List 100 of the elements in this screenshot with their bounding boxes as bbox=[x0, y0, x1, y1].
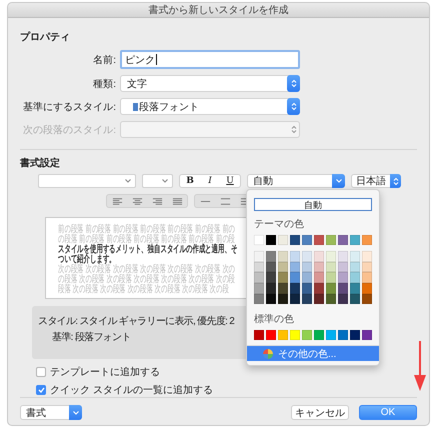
color-swatch[interactable] bbox=[350, 235, 360, 245]
color-swatch[interactable] bbox=[350, 262, 360, 272]
color-swatch[interactable] bbox=[314, 262, 324, 272]
color-swatch[interactable] bbox=[278, 272, 288, 284]
color-swatch[interactable] bbox=[362, 272, 372, 284]
size-combo[interactable] bbox=[142, 174, 173, 188]
color-swatch[interactable] bbox=[290, 235, 300, 245]
color-swatch[interactable] bbox=[302, 283, 312, 294]
checkbox[interactable] bbox=[36, 367, 46, 377]
color-swatch[interactable] bbox=[254, 235, 264, 245]
color-swatch[interactable] bbox=[278, 251, 288, 262]
color-swatch[interactable] bbox=[278, 283, 288, 294]
color-swatch[interactable] bbox=[362, 235, 372, 245]
color-swatch[interactable] bbox=[254, 251, 264, 262]
color-swatch[interactable] bbox=[314, 330, 324, 340]
color-swatch[interactable] bbox=[362, 330, 372, 340]
color-swatch[interactable] bbox=[254, 294, 264, 304]
more-colors-item[interactable]: その他の色... bbox=[247, 345, 379, 362]
color-swatch[interactable] bbox=[278, 262, 288, 272]
color-swatch[interactable] bbox=[314, 294, 324, 304]
color-swatch[interactable] bbox=[254, 262, 264, 272]
color-swatch[interactable] bbox=[290, 251, 300, 262]
color-swatch[interactable] bbox=[278, 330, 288, 340]
font-combo[interactable] bbox=[38, 174, 136, 188]
preview-text: スタイルを使用するメリット、独自スタイルの作成と適用、そ bbox=[58, 245, 238, 255]
color-swatch[interactable] bbox=[350, 251, 360, 262]
name-field[interactable]: ピンク bbox=[120, 50, 300, 69]
color-swatch[interactable] bbox=[326, 330, 336, 340]
color-swatch[interactable] bbox=[326, 262, 336, 272]
color-swatch[interactable] bbox=[266, 294, 276, 304]
color-swatch[interactable] bbox=[290, 294, 300, 304]
checkbox[interactable] bbox=[36, 385, 46, 395]
color-swatch[interactable] bbox=[278, 294, 288, 304]
color-swatch[interactable] bbox=[350, 272, 360, 284]
color-swatch[interactable] bbox=[326, 283, 336, 294]
color-swatch[interactable] bbox=[350, 330, 360, 340]
color-swatch[interactable] bbox=[326, 272, 336, 284]
color-swatch[interactable] bbox=[302, 272, 312, 284]
color-swatch[interactable] bbox=[362, 294, 372, 304]
color-swatch[interactable] bbox=[302, 294, 312, 304]
preview-text: の段落 次の段落 次の段落 次の段落 次の段落 次の段落 次の段 bbox=[58, 275, 236, 285]
color-swatch[interactable] bbox=[314, 272, 324, 284]
color-swatch[interactable] bbox=[278, 235, 288, 245]
color-swatch[interactable] bbox=[338, 262, 348, 272]
color-swatch[interactable] bbox=[254, 330, 264, 340]
color-swatch[interactable] bbox=[338, 294, 348, 304]
select-field[interactable]: 段落フォント bbox=[120, 98, 300, 115]
color-swatch[interactable] bbox=[290, 272, 300, 284]
color-swatch[interactable] bbox=[350, 283, 360, 294]
color-swatch[interactable] bbox=[362, 251, 372, 262]
color-swatch[interactable] bbox=[266, 272, 276, 284]
color-swatch[interactable] bbox=[290, 330, 300, 340]
color-swatch[interactable] bbox=[266, 283, 276, 294]
color-swatch[interactable] bbox=[266, 330, 276, 340]
color-swatch[interactable] bbox=[326, 235, 336, 245]
font-style-button[interactable]: U bbox=[220, 175, 240, 187]
align-icon bbox=[112, 198, 122, 204]
color-swatch[interactable] bbox=[254, 272, 264, 284]
color-swatch[interactable] bbox=[302, 251, 312, 262]
paragraph-style-icon bbox=[133, 102, 138, 110]
field-label: 次の段落のスタイル: bbox=[22, 124, 116, 136]
cancel-button[interactable]: キャンセル bbox=[291, 405, 349, 420]
preview-text: 段落 次の段落 次の段落 次の段落 次の段落 次の段落 次の段 bbox=[58, 285, 229, 295]
color-swatch[interactable] bbox=[338, 272, 348, 284]
font-style-button[interactable]: I bbox=[200, 175, 220, 187]
color-swatch[interactable] bbox=[254, 283, 264, 294]
automatic-color-button[interactable]: 自動 bbox=[254, 198, 372, 211]
color-swatch[interactable] bbox=[362, 262, 372, 272]
color-swatch[interactable] bbox=[302, 330, 312, 340]
stepper-icon bbox=[290, 79, 296, 88]
color-swatch[interactable] bbox=[338, 251, 348, 262]
color-swatch[interactable] bbox=[338, 235, 348, 245]
preview-text: ついて紹介します。 bbox=[58, 255, 116, 265]
color-swatch[interactable] bbox=[314, 235, 324, 245]
font-color-dropdown[interactable]: 自動 bbox=[247, 174, 345, 188]
align-icon bbox=[152, 198, 162, 204]
color-swatch[interactable] bbox=[302, 262, 312, 272]
chevron-icon bbox=[336, 179, 342, 183]
color-swatch[interactable] bbox=[290, 262, 300, 272]
language-dropdown[interactable]: 日本語 bbox=[351, 174, 401, 188]
color-swatch[interactable] bbox=[338, 283, 348, 294]
color-swatch[interactable] bbox=[302, 235, 312, 245]
color-swatch[interactable] bbox=[326, 251, 336, 262]
format-menu-button[interactable]: 書式 bbox=[20, 405, 82, 420]
color-swatch[interactable] bbox=[266, 251, 276, 262]
color-swatch[interactable] bbox=[290, 283, 300, 294]
align-icon bbox=[132, 198, 142, 204]
color-swatch[interactable] bbox=[314, 251, 324, 262]
color-swatch[interactable] bbox=[326, 294, 336, 304]
chevron-icon bbox=[125, 179, 131, 183]
font-style-button[interactable]: B bbox=[180, 175, 200, 187]
color-swatch[interactable] bbox=[338, 330, 348, 340]
color-swatch[interactable] bbox=[314, 283, 324, 294]
color-swatch[interactable] bbox=[350, 294, 360, 304]
field-label: 基準にするスタイル: bbox=[22, 100, 116, 114]
description-text: 基準: 段落フォント bbox=[51, 330, 131, 344]
color-swatch[interactable] bbox=[266, 235, 276, 245]
color-swatch[interactable] bbox=[362, 283, 372, 294]
color-swatch[interactable] bbox=[266, 262, 276, 272]
select-field[interactable]: 文字 bbox=[120, 75, 300, 92]
